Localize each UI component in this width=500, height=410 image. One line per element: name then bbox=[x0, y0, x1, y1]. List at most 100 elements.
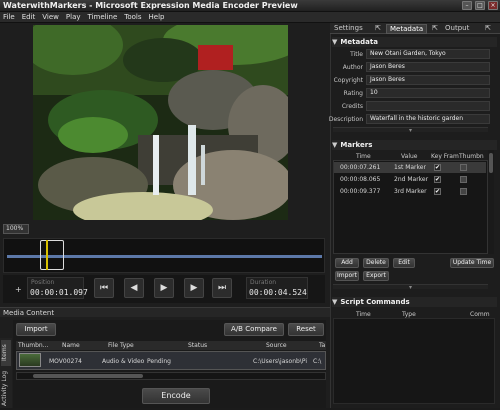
keyframe-checkbox[interactable]: ✔ bbox=[434, 164, 441, 171]
edit-marker-button[interactable]: Edit bbox=[393, 258, 415, 268]
keyframe-checkbox[interactable]: ✔ bbox=[434, 176, 441, 183]
field-author[interactable]: Jason Beres bbox=[366, 62, 490, 72]
tab-activity-log[interactable]: Activity Log bbox=[1, 370, 11, 406]
minimize-icon[interactable]: – bbox=[462, 1, 472, 10]
close-icon[interactable]: × bbox=[488, 1, 498, 10]
thumbnail-checkbox[interactable] bbox=[460, 176, 467, 183]
col-command[interactable]: Comm bbox=[470, 311, 490, 318]
menu-tools[interactable]: Tools bbox=[124, 13, 141, 21]
window-title: WaterwithMarkers - Microsoft Expression … bbox=[3, 1, 298, 10]
import-markers-button[interactable]: Import bbox=[335, 271, 359, 281]
popout-icon[interactable]: ⇱ bbox=[485, 24, 491, 32]
col-name[interactable]: Name bbox=[62, 342, 80, 349]
field-rating[interactable]: 10 bbox=[366, 88, 490, 98]
add-marker-icon[interactable]: + bbox=[15, 285, 22, 294]
maximize-icon[interactable]: □ bbox=[475, 1, 485, 10]
zoom-select[interactable]: 100% bbox=[3, 224, 29, 234]
menu-timeline[interactable]: Timeline bbox=[88, 13, 118, 21]
markers-section-header[interactable]: ▼ Markers bbox=[332, 140, 497, 150]
marker-time: 00:00:09.377 bbox=[340, 188, 381, 195]
reset-button[interactable]: Reset bbox=[288, 323, 324, 336]
menu-edit[interactable]: Edit bbox=[22, 13, 36, 21]
field-description[interactable]: Waterfall in the historic garden bbox=[366, 114, 490, 124]
step-forward-button[interactable]: ▶ bbox=[184, 278, 204, 298]
step-back-button[interactable]: ◀ bbox=[124, 278, 144, 298]
col-time[interactable]: Time bbox=[356, 311, 371, 318]
field-label-rating: Rating bbox=[343, 90, 363, 97]
metadata-expander[interactable]: ▾ bbox=[333, 127, 488, 134]
export-markers-button[interactable]: Export bbox=[363, 271, 389, 281]
field-title[interactable]: New Otani Garden, Tokyo bbox=[366, 49, 490, 59]
video-preview[interactable] bbox=[33, 25, 288, 220]
col-file-type[interactable]: File Type bbox=[108, 342, 134, 349]
tab-items[interactable]: Items bbox=[1, 340, 11, 366]
table-row[interactable]: MOV00274 Audio & Video Pending C:\Users\… bbox=[16, 351, 326, 370]
field-label-title: Title bbox=[350, 51, 363, 58]
collapse-triangle-icon[interactable]: ▼ bbox=[332, 141, 337, 149]
col-status[interactable]: Status bbox=[188, 342, 207, 349]
title-bar: WaterwithMarkers - Microsoft Expression … bbox=[0, 0, 500, 12]
scrollbar-thumb[interactable] bbox=[489, 153, 493, 173]
play-button[interactable]: ▶ bbox=[154, 278, 174, 298]
encode-button[interactable]: Encode bbox=[142, 388, 210, 404]
thumbnail-checkbox[interactable] bbox=[460, 188, 467, 195]
row-status: Pending bbox=[147, 358, 171, 365]
thumbnail-checkbox[interactable] bbox=[460, 164, 467, 171]
menu-file[interactable]: File bbox=[3, 13, 15, 21]
playhead[interactable] bbox=[46, 240, 48, 270]
marker-row[interactable]: 00:00:08.065 2nd Marker ✔ bbox=[334, 174, 486, 185]
script-commands-list bbox=[333, 318, 495, 404]
menu-view[interactable]: View bbox=[42, 13, 59, 21]
marker-row[interactable]: 00:00:09.377 3rd Marker ✔ bbox=[334, 186, 486, 197]
collapse-triangle-icon[interactable]: ▼ bbox=[332, 38, 337, 46]
field-credits[interactable] bbox=[366, 101, 490, 111]
tab-metadata[interactable]: Metadata bbox=[386, 24, 428, 34]
duration-label: Duration bbox=[250, 279, 277, 286]
tab-settings[interactable]: Settings bbox=[331, 24, 366, 34]
position-label: Position bbox=[31, 279, 55, 286]
markers-scrollbar[interactable] bbox=[488, 150, 494, 254]
import-button[interactable]: Import bbox=[16, 323, 56, 336]
update-time-button[interactable]: Update Time bbox=[450, 258, 494, 268]
markers-expander[interactable]: ▾ bbox=[333, 284, 488, 291]
metadata-section-header[interactable]: ▼ Metadata bbox=[332, 37, 497, 47]
menu-play[interactable]: Play bbox=[66, 13, 81, 21]
media-horizontal-scrollbar[interactable] bbox=[16, 372, 326, 380]
field-copyright[interactable]: Jason Beres bbox=[366, 75, 490, 85]
marker-value: 2nd Marker bbox=[394, 176, 429, 183]
delete-marker-button[interactable]: Delete bbox=[363, 258, 389, 268]
col-target[interactable]: Ta bbox=[319, 342, 325, 349]
marker-time: 00:00:07.261 bbox=[340, 164, 381, 171]
script-commands-title: Script Commands bbox=[340, 298, 410, 306]
media-content-header: Media Content bbox=[0, 307, 330, 317]
keyframe-checkbox[interactable]: ✔ bbox=[434, 188, 441, 195]
col-time[interactable]: Time bbox=[356, 153, 371, 160]
marker-value: 3rd Marker bbox=[394, 188, 427, 195]
popout-icon[interactable]: ⇱ bbox=[432, 24, 438, 32]
col-key-frame[interactable]: Key Fram bbox=[431, 153, 459, 160]
marker-value: 1st Marker bbox=[394, 164, 426, 171]
col-thumbnail[interactable]: Thumbn... bbox=[18, 342, 48, 349]
menu-help[interactable]: Help bbox=[149, 13, 165, 21]
tab-output[interactable]: Output bbox=[442, 24, 472, 34]
go-to-end-button[interactable]: ⏭ bbox=[212, 278, 232, 298]
col-type[interactable]: Type bbox=[402, 311, 416, 318]
col-value[interactable]: Value bbox=[401, 153, 417, 160]
marker-time: 00:00:08.065 bbox=[340, 176, 381, 183]
collapse-triangle-icon[interactable]: ▼ bbox=[332, 298, 337, 306]
row-file-type: Audio & Video bbox=[102, 358, 145, 365]
ab-compare-button[interactable]: A/B Compare bbox=[224, 323, 284, 336]
add-marker-button[interactable]: Add bbox=[335, 258, 359, 268]
media-table-header: Thumbn... Name File Type Status Source T… bbox=[16, 341, 326, 350]
clip-range-handle[interactable] bbox=[40, 240, 64, 270]
popout-icon[interactable]: ⇱ bbox=[375, 24, 381, 32]
script-commands-section-header[interactable]: ▼ Script Commands bbox=[332, 297, 497, 307]
field-label-copyright: Copyright bbox=[333, 77, 363, 84]
marker-row[interactable]: 00:00:07.261 1st Marker ✔ bbox=[334, 162, 486, 173]
position-display: Position 00:00:01.097 bbox=[27, 277, 88, 299]
col-thumbnail[interactable]: Thumbn bbox=[459, 153, 484, 160]
go-to-start-button[interactable]: ⏮ bbox=[94, 278, 114, 298]
position-value[interactable]: 00:00:01.097 bbox=[30, 288, 88, 297]
col-source[interactable]: Source bbox=[266, 342, 287, 349]
scrollbar-thumb[interactable] bbox=[33, 374, 143, 378]
